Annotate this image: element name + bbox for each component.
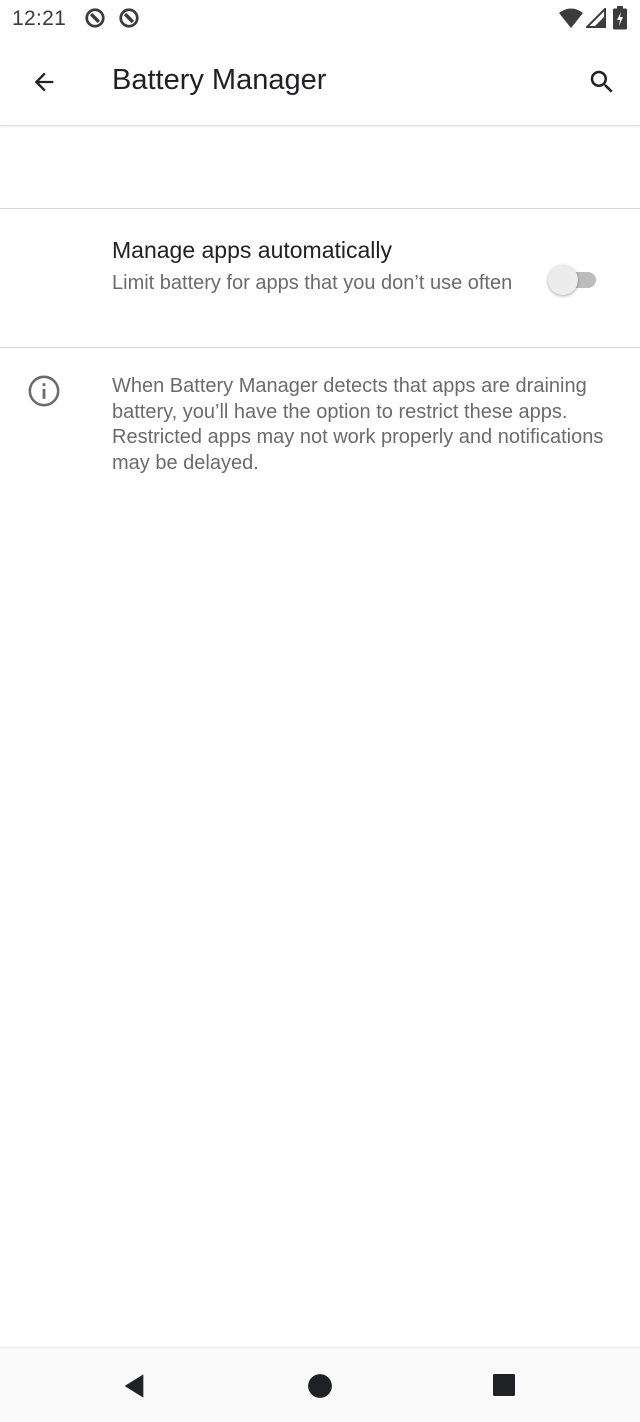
status-bar: 12:21: [0, 0, 640, 38]
nav-recents-icon[interactable]: [492, 1373, 516, 1397]
manage-apps-toggle[interactable]: [548, 263, 598, 295]
nav-back-icon[interactable]: [120, 1372, 148, 1400]
page-title: Battery Manager: [112, 64, 327, 96]
info-icon: [28, 375, 60, 407]
wifi-icon: [559, 8, 583, 28]
notification-icon: [119, 8, 139, 28]
status-time: 12:21: [12, 7, 67, 30]
search-button[interactable]: [578, 58, 626, 106]
search-icon: [590, 70, 613, 93]
info-text: When Battery Manager detects that apps a…: [112, 375, 604, 474]
nav-home-icon[interactable]: [307, 1373, 333, 1399]
battery-icon: [613, 6, 627, 30]
app-bar: Battery Manager: [0, 38, 640, 126]
back-arrow-icon: [34, 72, 54, 92]
navigation-bar: [0, 1347, 640, 1422]
toggle-thumb: [548, 265, 578, 295]
signal-icon: [586, 8, 606, 28]
manage-apps-automatically-setting[interactable]: Manage apps automatically Limit battery …: [0, 209, 640, 347]
notification-icon: [85, 8, 105, 28]
setting-summary: Limit battery for apps that you don’t us…: [112, 272, 513, 294]
setting-title: Manage apps automatically: [112, 237, 392, 263]
divider: [0, 347, 640, 348]
back-button[interactable]: [20, 58, 68, 106]
